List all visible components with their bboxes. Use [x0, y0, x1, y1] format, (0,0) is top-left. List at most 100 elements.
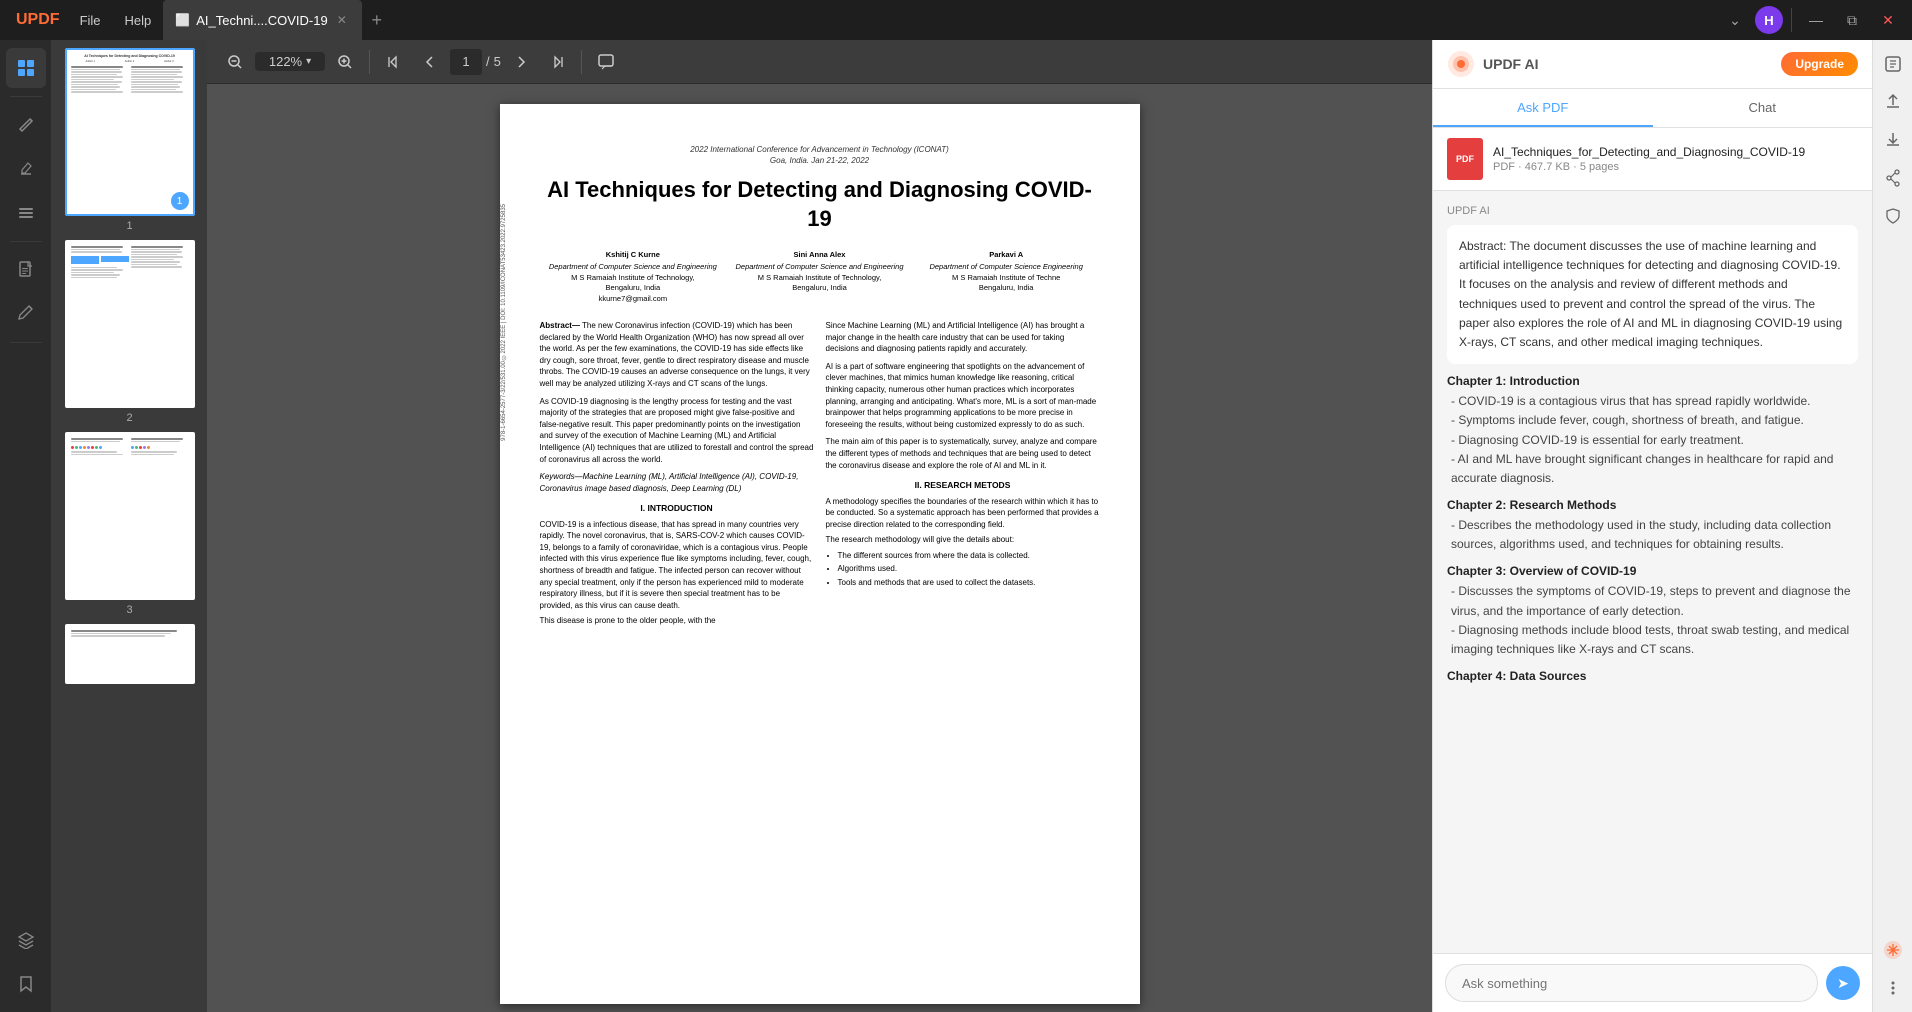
- user-avatar[interactable]: H: [1755, 6, 1783, 34]
- chat-input[interactable]: [1445, 964, 1818, 1002]
- pdf-authors: Kshitij C Kurne Department of Computer S…: [540, 250, 1100, 305]
- thumbnail-4[interactable]: [60, 624, 199, 684]
- tab-chat[interactable]: Chat: [1653, 89, 1873, 127]
- more-icon: [1884, 979, 1902, 997]
- ai-abstract-summary: Abstract: The document discusses the use…: [1447, 225, 1858, 364]
- chapter-3-bullet-2: - Diagnosing methods include blood tests…: [1447, 621, 1858, 659]
- zoom-in-button[interactable]: [329, 46, 361, 78]
- ai-panel-header: UPDF AI Upgrade: [1433, 40, 1872, 89]
- thumbnail-2[interactable]: 2: [60, 240, 199, 424]
- sidebar-divider-3: [10, 342, 42, 343]
- page-first-icon: [387, 55, 401, 69]
- title-bar: UPDF File Help ⬜ AI_Techni....COVID-19 ✕…: [0, 0, 1912, 40]
- sparkle-icon: [1883, 940, 1903, 960]
- chevron-down-icon: ▾: [306, 56, 311, 67]
- zoom-out-button[interactable]: [219, 46, 251, 78]
- conference-header: 2022 International Conference for Advanc…: [540, 144, 1100, 166]
- thumb-number-2: 2: [126, 412, 132, 424]
- bullet-item-1: The different sources from where the dat…: [838, 550, 1100, 562]
- page-prev-button[interactable]: [414, 46, 446, 78]
- edit-icon: [17, 305, 35, 323]
- download-icon: [1884, 131, 1902, 149]
- layer-icon: [17, 931, 35, 949]
- right-icon-upload[interactable]: [1877, 86, 1909, 118]
- separator: [1791, 8, 1792, 32]
- sidebar-icon-highlight[interactable]: [6, 149, 46, 189]
- upgrade-button[interactable]: Upgrade: [1781, 52, 1858, 76]
- thumb-number-3: 3: [126, 604, 132, 616]
- sidebar-icon-layer[interactable]: [6, 920, 46, 960]
- chapter-1-bullet-3: - Diagnosing COVID-19 is essential for e…: [1447, 431, 1858, 450]
- close-button[interactable]: ✕: [1872, 4, 1904, 36]
- sidebar-icon-edit[interactable]: [6, 294, 46, 334]
- add-tab-button[interactable]: +: [362, 5, 392, 35]
- grid-icon: [17, 59, 35, 77]
- right-icon-more[interactable]: [1877, 972, 1909, 1004]
- chapter-2-title: Chapter 2: Research Methods: [1447, 498, 1858, 512]
- thumbnail-3[interactable]: 3: [60, 432, 199, 616]
- pdf-abstract: Abstract— The new Coronavirus infection …: [540, 320, 814, 390]
- right-icon-download[interactable]: [1877, 124, 1909, 156]
- page-last-icon: [550, 55, 564, 69]
- sidebar-icon-grid[interactable]: [6, 48, 46, 88]
- chapter-2-bullet-1: - Describes the methodology used in the …: [1447, 516, 1858, 554]
- pdf-right-col: Since Machine Learning (ML) and Artifici…: [826, 320, 1100, 627]
- pdf-file-icon: PDF: [1447, 138, 1483, 180]
- sidebar-icon-bookmark[interactable]: [6, 964, 46, 1004]
- tab-document[interactable]: ⬜ AI_Techni....COVID-19 ✕: [163, 0, 361, 40]
- right-icon-protect[interactable]: [1877, 200, 1909, 232]
- pdf-scroll[interactable]: 978-1-6654-2577-3/22/531.00 ©2022 IEEE |…: [207, 84, 1432, 1012]
- pdf-bullets: The different sources from where the dat…: [826, 550, 1100, 589]
- sidebar-icon-page[interactable]: [6, 250, 46, 290]
- dropdown-btn[interactable]: ⌄: [1719, 4, 1751, 36]
- pdf-title: AI Techniques for Detecting and Diagnosi…: [540, 176, 1100, 233]
- right-panel: UPDF AI Upgrade Ask PDF Chat PDF AI_Tech…: [1432, 40, 1872, 1012]
- sidebar-divider-2: [10, 241, 42, 242]
- page-last-button[interactable]: [541, 46, 573, 78]
- right-icon-ai-sparkle[interactable]: [1877, 934, 1909, 966]
- chapter-1-bullet-2: - Symptoms include fever, cough, shortne…: [1447, 411, 1858, 430]
- author-1: Kshitij C Kurne Department of Computer S…: [540, 250, 727, 305]
- page-next-button[interactable]: [505, 46, 537, 78]
- author-2: Sini Anna Alex Department of Computer Sc…: [726, 250, 913, 305]
- tab-file[interactable]: File: [68, 0, 113, 40]
- chapter-3-title: Chapter 3: Overview of COVID-19: [1447, 564, 1858, 578]
- page-input-group: / 5: [450, 49, 501, 75]
- file-meta: PDF · 467.7 KB · 5 pages: [1493, 161, 1858, 173]
- ai-chapters: Chapter 1: Introduction - COVID-19 is a …: [1447, 374, 1858, 683]
- bullet-item-3: Tools and methods that are used to colle…: [838, 577, 1100, 589]
- comment-button[interactable]: [590, 46, 622, 78]
- page-icon: [17, 261, 35, 279]
- protect-icon: [1884, 207, 1902, 225]
- pdf-two-col: Abstract— The new Coronavirus infection …: [540, 320, 1100, 627]
- minimize-button[interactable]: —: [1800, 4, 1832, 36]
- page-prev-icon: [423, 55, 437, 69]
- chat-send-button[interactable]: ➤: [1826, 966, 1860, 1000]
- thumbnail-1[interactable]: AI Techniques for Detecting and Diagnosi…: [60, 48, 199, 232]
- page-next-icon: [514, 55, 528, 69]
- zoom-display[interactable]: 122% ▾: [255, 52, 325, 71]
- page-number-input[interactable]: [450, 49, 482, 75]
- pdf-left-col: Abstract— The new Coronavirus infection …: [540, 320, 814, 627]
- toolbar-separator-2: [581, 50, 582, 74]
- bookmark-icon: [17, 975, 35, 993]
- ai-content[interactable]: UPDF AI Abstract: The document discusses…: [1433, 191, 1872, 953]
- tab-help[interactable]: Help: [113, 0, 164, 40]
- sidebar-icon-annotate[interactable]: [6, 105, 46, 145]
- title-bar-right: ⌄ H — ⧉ ✕: [1719, 4, 1904, 36]
- sidebar-icon-list[interactable]: [6, 193, 46, 233]
- maximize-button[interactable]: ⧉: [1836, 4, 1868, 36]
- chat-input-area: ➤: [1433, 953, 1872, 1012]
- updf-ai-label: UPDF AI: [1447, 205, 1858, 217]
- upload-icon: [1884, 93, 1902, 111]
- tab-ask-pdf[interactable]: Ask PDF: [1433, 89, 1653, 127]
- updf-ai-icon: [1447, 50, 1475, 78]
- right-icon-share[interactable]: [1877, 162, 1909, 194]
- pdf-page-1: 978-1-6654-2577-3/22/531.00 ©2022 IEEE |…: [500, 104, 1140, 1004]
- tab-group: File Help ⬜ AI_Techni....COVID-19 ✕ +: [68, 0, 1719, 40]
- toolbar-separator-1: [369, 50, 370, 74]
- page-first-button[interactable]: [378, 46, 410, 78]
- right-icon-edit[interactable]: [1877, 48, 1909, 80]
- chapter-1-bullet-4: - AI and ML have brought significant cha…: [1447, 450, 1858, 488]
- tab-close-btn[interactable]: ✕: [334, 12, 350, 28]
